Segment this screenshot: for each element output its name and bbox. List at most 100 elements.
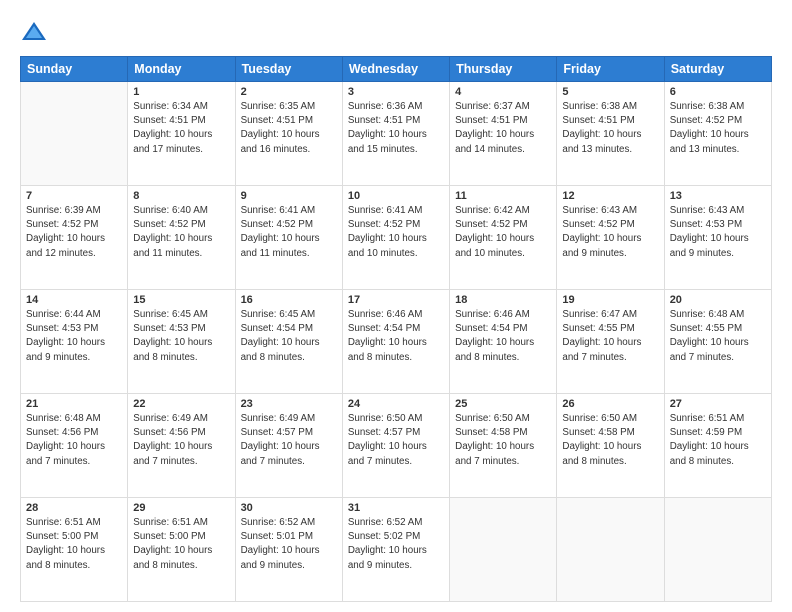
calendar-cell: 24 Sunrise: 6:50 AMSunset: 4:57 PMDayligh… (342, 394, 449, 498)
day-info: Sunrise: 6:34 AMSunset: 4:51 PMDaylight:… (133, 100, 229, 157)
day-info: Sunrise: 6:45 AMSunset: 4:54 PMDaylight:… (241, 308, 337, 365)
day-number: 10 (348, 190, 444, 202)
calendar-cell: 6 Sunrise: 6:38 AMSunset: 4:52 PMDaylight… (664, 82, 771, 186)
day-number: 8 (133, 190, 229, 202)
logo (20, 18, 52, 46)
header (20, 18, 772, 46)
week-row-4: 21Sunrise: 6:48 AMSunset: 4:56 PMDayligh… (21, 394, 772, 498)
calendar-cell: 29Sunrise: 6:51 AMSunset: 5:00 PMDayligh… (128, 498, 235, 602)
logo-icon (20, 18, 48, 46)
calendar-cell: 22 Sunrise: 6:49 AMSunset: 4:56 PMDayligh… (128, 394, 235, 498)
day-info: Sunrise: 6:48 AMSunset: 4:55 PMDaylight:… (670, 308, 766, 365)
day-info: Sunrise: 6:46 AMSunset: 4:54 PMDaylight:… (455, 308, 551, 365)
weekday-header-wednesday: Wednesday (342, 57, 449, 82)
day-number: 12 (562, 190, 658, 202)
calendar-cell: 2 Sunrise: 6:35 AMSunset: 4:51 PMDaylight… (235, 82, 342, 186)
day-number: 7 (26, 190, 122, 202)
calendar-cell: 4Sunrise: 6:37 AMSunset: 4:51 PMDaylight… (450, 82, 557, 186)
day-number: 9 (241, 190, 337, 202)
day-info: Sunrise: 6:49 AMSunset: 4:57 PMDaylight:… (241, 412, 337, 469)
day-number: 3 (348, 86, 444, 98)
day-number: 23 (241, 398, 337, 410)
calendar-cell (450, 498, 557, 602)
day-info: Sunrise: 6:49 AMSunset: 4:56 PMDaylight:… (133, 412, 229, 469)
day-number: 27 (670, 398, 766, 410)
calendar-cell: 20 Sunrise: 6:48 AMSunset: 4:55 PMDayligh… (664, 290, 771, 394)
weekday-header-tuesday: Tuesday (235, 57, 342, 82)
calendar-cell: 13 Sunrise: 6:43 AMSunset: 4:53 PMDayligh… (664, 186, 771, 290)
calendar-cell: 25 Sunrise: 6:50 AMSunset: 4:58 PMDayligh… (450, 394, 557, 498)
calendar-cell: 7 Sunrise: 6:39 AMSunset: 4:52 PMDaylight… (21, 186, 128, 290)
day-number: 11 (455, 190, 551, 202)
calendar-cell: 8 Sunrise: 6:40 AMSunset: 4:52 PMDaylight… (128, 186, 235, 290)
calendar-cell: 5 Sunrise: 6:38 AMSunset: 4:51 PMDaylight… (557, 82, 664, 186)
day-info: Sunrise: 6:43 AMSunset: 4:53 PMDaylight:… (670, 204, 766, 261)
day-number: 20 (670, 294, 766, 306)
calendar-cell (664, 498, 771, 602)
day-number: 6 (670, 86, 766, 98)
day-number: 19 (562, 294, 658, 306)
day-info: Sunrise: 6:52 AMSunset: 5:02 PMDaylight:… (348, 516, 444, 573)
day-info: Sunrise: 6:42 AMSunset: 4:52 PMDaylight:… (455, 204, 551, 261)
day-info: Sunrise: 6:52 AMSunset: 5:01 PMDaylight:… (241, 516, 337, 573)
weekday-header-saturday: Saturday (664, 57, 771, 82)
calendar-cell: 12 Sunrise: 6:43 AMSunset: 4:52 PMDayligh… (557, 186, 664, 290)
day-info: Sunrise: 6:43 AMSunset: 4:52 PMDaylight:… (562, 204, 658, 261)
day-number: 14 (26, 294, 122, 306)
day-number: 21 (26, 398, 122, 410)
day-info: Sunrise: 6:41 AMSunset: 4:52 PMDaylight:… (241, 204, 337, 261)
day-info: Sunrise: 6:39 AMSunset: 4:52 PMDaylight:… (26, 204, 122, 261)
calendar-cell: 11 Sunrise: 6:42 AMSunset: 4:52 PMDayligh… (450, 186, 557, 290)
weekday-header-friday: Friday (557, 57, 664, 82)
day-number: 4 (455, 86, 551, 98)
calendar-cell: 27 Sunrise: 6:51 AMSunset: 4:59 PMDayligh… (664, 394, 771, 498)
weekday-header-sunday: Sunday (21, 57, 128, 82)
calendar-cell (21, 82, 128, 186)
calendar-cell: 16Sunrise: 6:45 AMSunset: 4:54 PMDayligh… (235, 290, 342, 394)
calendar-cell: 9 Sunrise: 6:41 AMSunset: 4:52 PMDaylight… (235, 186, 342, 290)
day-info: Sunrise: 6:36 AMSunset: 4:51 PMDaylight:… (348, 100, 444, 157)
day-info: Sunrise: 6:38 AMSunset: 4:52 PMDaylight:… (670, 100, 766, 157)
day-info: Sunrise: 6:40 AMSunset: 4:52 PMDaylight:… (133, 204, 229, 261)
week-row-5: 28 Sunrise: 6:51 AMSunset: 5:00 PMDayligh… (21, 498, 772, 602)
day-info: Sunrise: 6:51 AMSunset: 5:00 PMDaylight:… (133, 516, 229, 573)
day-info: Sunrise: 6:46 AMSunset: 4:54 PMDaylight:… (348, 308, 444, 365)
day-info: Sunrise: 6:38 AMSunset: 4:51 PMDaylight:… (562, 100, 658, 157)
calendar-cell: 14Sunrise: 6:44 AMSunset: 4:53 PMDayligh… (21, 290, 128, 394)
calendar-cell: 1 Sunrise: 6:34 AMSunset: 4:51 PMDaylight… (128, 82, 235, 186)
calendar-cell (557, 498, 664, 602)
calendar-cell: 10 Sunrise: 6:41 AMSunset: 4:52 PMDayligh… (342, 186, 449, 290)
weekday-header-monday: Monday (128, 57, 235, 82)
day-number: 28 (26, 502, 122, 514)
week-row-1: 1 Sunrise: 6:34 AMSunset: 4:51 PMDaylight… (21, 82, 772, 186)
calendar-cell: 3 Sunrise: 6:36 AMSunset: 4:51 PMDaylight… (342, 82, 449, 186)
day-info: Sunrise: 6:45 AMSunset: 4:53 PMDaylight:… (133, 308, 229, 365)
week-row-3: 14Sunrise: 6:44 AMSunset: 4:53 PMDayligh… (21, 290, 772, 394)
day-info: Sunrise: 6:51 AMSunset: 4:59 PMDaylight:… (670, 412, 766, 469)
day-number: 18 (455, 294, 551, 306)
day-number: 31 (348, 502, 444, 514)
calendar-cell: 17Sunrise: 6:46 AMSunset: 4:54 PMDayligh… (342, 290, 449, 394)
day-number: 15 (133, 294, 229, 306)
day-number: 2 (241, 86, 337, 98)
calendar-cell: 15 Sunrise: 6:45 AMSunset: 4:53 PMDayligh… (128, 290, 235, 394)
calendar-cell: 23 Sunrise: 6:49 AMSunset: 4:57 PMDayligh… (235, 394, 342, 498)
page: SundayMondayTuesdayWednesdayThursdayFrid… (0, 0, 792, 612)
calendar-cell: 18 Sunrise: 6:46 AMSunset: 4:54 PMDayligh… (450, 290, 557, 394)
day-info: Sunrise: 6:50 AMSunset: 4:58 PMDaylight:… (562, 412, 658, 469)
day-info: Sunrise: 6:41 AMSunset: 4:52 PMDaylight:… (348, 204, 444, 261)
calendar-cell: 26Sunrise: 6:50 AMSunset: 4:58 PMDayligh… (557, 394, 664, 498)
day-info: Sunrise: 6:50 AMSunset: 4:58 PMDaylight:… (455, 412, 551, 469)
day-info: Sunrise: 6:51 AMSunset: 5:00 PMDaylight:… (26, 516, 122, 573)
day-number: 1 (133, 86, 229, 98)
day-info: Sunrise: 6:50 AMSunset: 4:57 PMDaylight:… (348, 412, 444, 469)
day-number: 22 (133, 398, 229, 410)
day-number: 25 (455, 398, 551, 410)
day-number: 5 (562, 86, 658, 98)
day-info: Sunrise: 6:35 AMSunset: 4:51 PMDaylight:… (241, 100, 337, 157)
calendar-cell: 30 Sunrise: 6:52 AMSunset: 5:01 PMDayligh… (235, 498, 342, 602)
day-number: 30 (241, 502, 337, 514)
calendar-cell: 31 Sunrise: 6:52 AMSunset: 5:02 PMDayligh… (342, 498, 449, 602)
day-number: 13 (670, 190, 766, 202)
day-number: 24 (348, 398, 444, 410)
